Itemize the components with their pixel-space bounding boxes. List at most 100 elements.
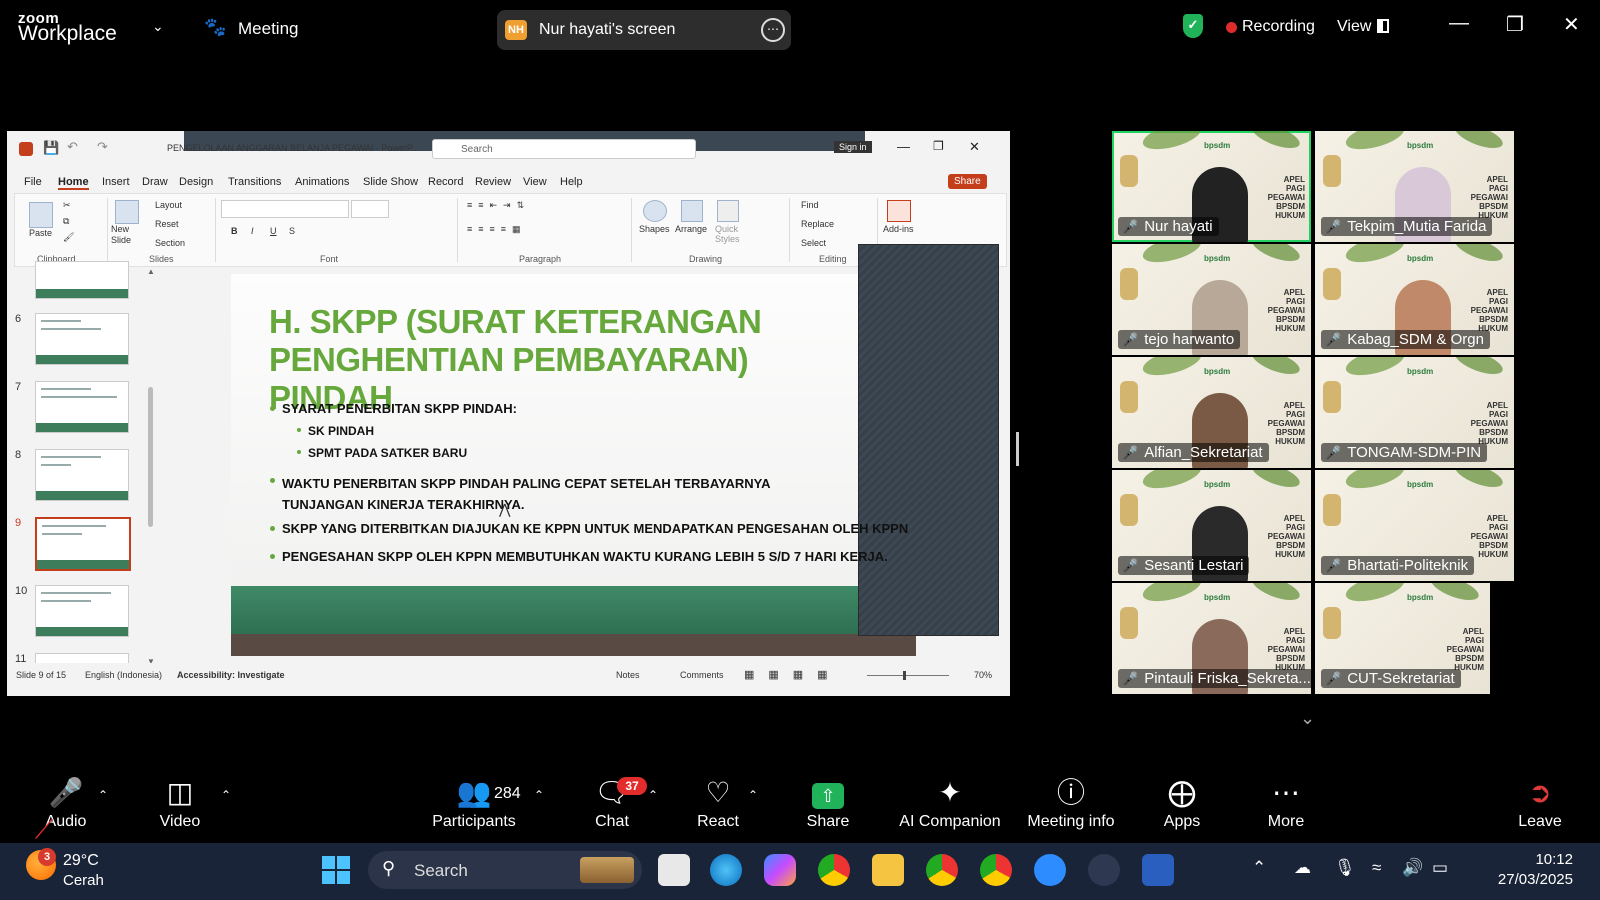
ppt-restore-icon[interactable]: ❐ bbox=[933, 139, 944, 153]
scroll-thumb[interactable] bbox=[148, 387, 153, 527]
view-button[interactable]: View bbox=[1337, 18, 1371, 36]
tab-design[interactable]: Design bbox=[179, 176, 213, 188]
tab-help[interactable]: Help bbox=[560, 176, 583, 188]
word-icon[interactable] bbox=[1142, 854, 1174, 886]
zoom-slider-thumb[interactable] bbox=[903, 671, 906, 680]
list-buttons[interactable]: ≡≡⇤⇥⇅ bbox=[467, 200, 530, 211]
reset-button[interactable]: Reset bbox=[155, 219, 179, 229]
audio-options-caret[interactable]: ⌃ bbox=[98, 788, 108, 802]
slide-thumbnail[interactable] bbox=[35, 449, 129, 501]
chrome-profile-icon[interactable] bbox=[926, 854, 958, 886]
screen-recorder-icon[interactable] bbox=[1088, 854, 1120, 886]
participant-tile[interactable]: bpsdm APEL PAGI PEGAWAI BPSDM HUKUM 🎤 Ses… bbox=[1112, 470, 1311, 581]
react-button[interactable]: ♡ React bbox=[692, 775, 744, 831]
select-button[interactable]: Select bbox=[801, 238, 826, 248]
slide-thumbnail[interactable] bbox=[35, 585, 129, 637]
video-button[interactable]: ◫ Video bbox=[154, 775, 206, 831]
view-mode-buttons[interactable]: ▦▦▦▦ bbox=[744, 668, 842, 681]
paste-button[interactable]: Paste bbox=[29, 228, 52, 238]
tray-overflow-icon[interactable]: ⌃ bbox=[1252, 858, 1266, 878]
underline-button[interactable]: U bbox=[270, 226, 277, 236]
slide-thumbnail[interactable] bbox=[35, 381, 129, 433]
layout-button[interactable]: Layout bbox=[155, 200, 182, 210]
ai-companion-button[interactable]: ✦ AI Companion bbox=[898, 775, 1002, 831]
zoom-app-icon[interactable] bbox=[1034, 854, 1066, 886]
wifi-icon[interactable]: ≈ bbox=[1372, 858, 1381, 878]
more-button[interactable]: ⋯ More bbox=[1260, 775, 1312, 831]
font-size-dropdown[interactable] bbox=[351, 200, 389, 218]
tab-slide-show[interactable]: Slide Show bbox=[363, 176, 418, 188]
meeting-label[interactable]: Meeting bbox=[238, 19, 298, 39]
comments-button[interactable]: Comments bbox=[680, 670, 724, 680]
shapes-icon[interactable] bbox=[643, 200, 667, 222]
participant-tile[interactable]: bpsdm APEL PAGI PEGAWAI BPSDM HUKUM 🎤 Pin… bbox=[1112, 583, 1311, 694]
find-button[interactable]: Find bbox=[801, 200, 819, 210]
section-button[interactable]: Section bbox=[155, 238, 185, 248]
minimize-icon[interactable]: — bbox=[1449, 12, 1469, 35]
replace-button[interactable]: Replace bbox=[801, 219, 834, 229]
new-slide-button[interactable]: New Slide bbox=[111, 224, 141, 246]
font-name-dropdown[interactable] bbox=[221, 200, 349, 218]
tab-record[interactable]: Record bbox=[428, 176, 463, 188]
addins-icon[interactable] bbox=[887, 200, 911, 222]
meeting-info-button[interactable]: ⓘ Meeting info bbox=[1020, 775, 1122, 831]
restore-icon[interactable]: ❐ bbox=[1506, 12, 1524, 37]
taskbar-time[interactable]: 10:12 bbox=[1523, 851, 1573, 868]
participant-tile[interactable]: bpsdm APEL PAGI PEGAWAI BPSDM HUKUM 🎤 CUT… bbox=[1315, 583, 1490, 694]
addins-button[interactable]: Add-ins bbox=[883, 224, 914, 234]
zoom-percentage[interactable]: 70% bbox=[974, 670, 992, 680]
zoom-slider[interactable] bbox=[867, 675, 949, 676]
chat-options-caret[interactable]: ⌃ bbox=[648, 788, 658, 802]
quick-styles-icon[interactable] bbox=[717, 200, 739, 222]
ppt-minimize-icon[interactable]: — bbox=[897, 139, 910, 154]
onedrive-icon[interactable]: ☁ bbox=[1294, 858, 1311, 878]
tab-file[interactable]: File bbox=[24, 176, 42, 188]
ppt-search-input[interactable]: Search bbox=[432, 139, 696, 159]
leave-button[interactable]: ➲ Leave bbox=[1514, 775, 1566, 831]
microphone-tray-icon[interactable]: 🎙 bbox=[1334, 858, 1356, 878]
participant-tile[interactable]: bpsdm APEL PAGI PEGAWAI BPSDM HUKUM 🎤 Tek… bbox=[1315, 131, 1514, 242]
gallery-next-page-icon[interactable]: ⌄ bbox=[1300, 708, 1315, 729]
tab-view[interactable]: View bbox=[523, 176, 547, 188]
edge-browser-icon[interactable] bbox=[710, 854, 742, 886]
participant-tile[interactable]: bpsdm APEL PAGI PEGAWAI BPSDM HUKUM 🎤 TON… bbox=[1315, 357, 1514, 468]
format-painter-icon[interactable]: 🖌 bbox=[63, 232, 74, 243]
view-layout-icon[interactable] bbox=[1377, 19, 1389, 33]
chevron-down-icon[interactable]: ⌄ bbox=[152, 18, 164, 35]
paste-icon[interactable] bbox=[29, 202, 53, 228]
scroll-up-icon[interactable]: ▲ bbox=[147, 267, 155, 276]
arrange-icon[interactable] bbox=[681, 200, 703, 222]
italic-button[interactable]: I bbox=[251, 226, 254, 236]
recording-label[interactable]: Recording bbox=[1242, 18, 1315, 36]
strikethrough-button[interactable]: S bbox=[289, 226, 295, 236]
slide-thumbnail-selected[interactable] bbox=[35, 517, 131, 571]
copilot-icon[interactable] bbox=[764, 854, 796, 886]
participant-tile[interactable]: bpsdm APEL PAGI PEGAWAI BPSDM HUKUM 🎤 Kab… bbox=[1315, 244, 1514, 355]
battery-icon[interactable]: ▭ bbox=[1432, 858, 1448, 878]
participant-tile[interactable]: bpsdm APEL PAGI PEGAWAI BPSDM HUKUM 🎤 tej… bbox=[1112, 244, 1311, 355]
security-shield-icon[interactable]: ✓ bbox=[1183, 14, 1203, 38]
participants-options-caret[interactable]: ⌃ bbox=[534, 788, 544, 802]
split-resize-handle[interactable] bbox=[1016, 432, 1019, 466]
taskbar-date[interactable]: 27/03/2025 bbox=[1476, 871, 1573, 888]
tab-draw[interactable]: Draw bbox=[142, 176, 168, 188]
chrome-profile-2-icon[interactable] bbox=[980, 854, 1012, 886]
ppt-close-icon[interactable]: ✕ bbox=[969, 139, 980, 155]
participant-tile[interactable]: bpsdm APEL PAGI PEGAWAI BPSDM HUKUM 🎤 Bha… bbox=[1315, 470, 1514, 581]
volume-icon[interactable]: 🔊 bbox=[1402, 858, 1423, 878]
slide-thumbnail[interactable] bbox=[35, 261, 129, 299]
slide-thumbnail[interactable] bbox=[35, 313, 129, 365]
language-indicator[interactable]: English (Indonesia) bbox=[85, 670, 162, 680]
chrome-icon[interactable] bbox=[818, 854, 850, 886]
new-slide-icon[interactable] bbox=[115, 200, 139, 224]
weather-temperature[interactable]: 29°C bbox=[63, 852, 99, 870]
participant-tile[interactable]: bpsdm APEL PAGI PEGAWAI BPSDM HUKUM 🎤 Nur… bbox=[1112, 131, 1311, 242]
bold-button[interactable]: B bbox=[231, 226, 238, 236]
quick-styles-button[interactable]: Quick Styles bbox=[715, 224, 743, 244]
close-icon[interactable]: ✕ bbox=[1563, 12, 1580, 37]
notes-button[interactable]: Notes bbox=[616, 670, 640, 680]
participant-tile[interactable]: bpsdm APEL PAGI PEGAWAI BPSDM HUKUM 🎤 Alf… bbox=[1112, 357, 1311, 468]
weather-condition[interactable]: Cerah bbox=[63, 872, 104, 889]
redo-icon[interactable]: ↷ bbox=[97, 139, 108, 155]
taskbar-search-input[interactable]: ⚲ Search bbox=[368, 851, 642, 889]
